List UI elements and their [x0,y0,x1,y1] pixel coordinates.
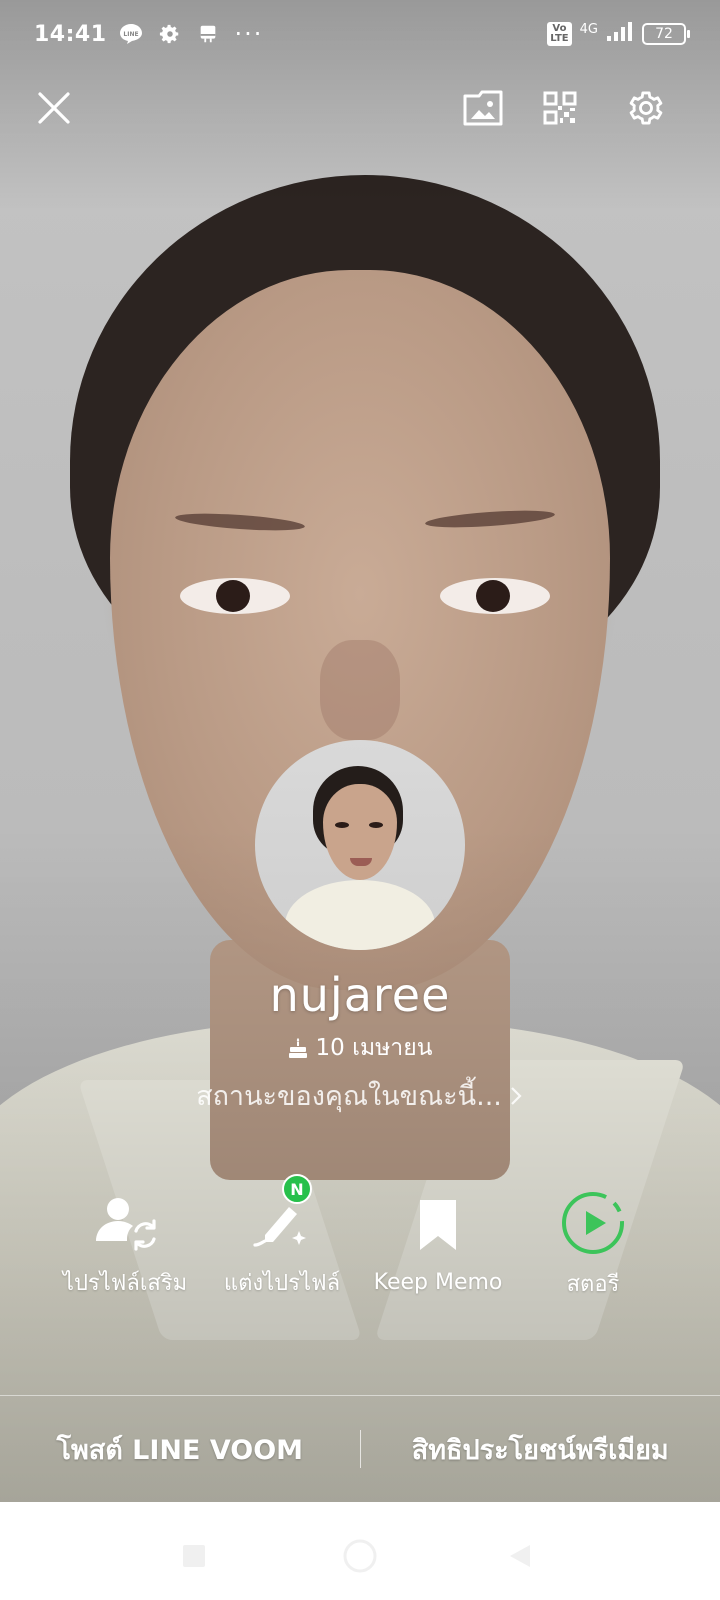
battery-indicator: 72 [642,23,690,45]
story-play-icon [553,1190,633,1256]
battery-level: 72 [655,26,673,42]
settings-notification-icon [159,23,181,45]
story-button[interactable]: สตอรี [508,1190,678,1300]
network-label: 4G [579,21,598,37]
system-nav-bar [0,1502,720,1600]
qr-code-icon [543,91,577,125]
settings-button[interactable] [618,80,674,136]
change-cover-button[interactable] [455,80,511,136]
back-triangle-icon [510,1545,530,1567]
status-time: 14:41 [34,21,107,47]
top-action-bar [0,80,720,140]
avatar-eye-left [335,822,349,828]
line-voom-post-link[interactable]: โพสต์ LINE VOOM [0,1428,360,1471]
svg-text:LINE: LINE [123,31,138,38]
chevron-right-icon [511,1086,522,1105]
avatar-eye-right [369,822,383,828]
new-badge: N [282,1174,312,1204]
gallery-icon [463,90,503,126]
keep-memo-label: Keep Memo [373,1270,503,1295]
more-dots: ··· [234,20,264,48]
profile-actions: ไปรไฟล์เสริม N แต่งไปรไฟล์ Keep Memo สตอ… [0,1174,720,1310]
status-right: Vo LTE 4G 72 [547,20,690,48]
bottom-links: โพสต์ LINE VOOM สิทธิประโยชน์พรีเมียม [0,1396,720,1502]
home-button[interactable] [340,1536,380,1576]
close-button[interactable] [26,80,82,136]
bookmark-icon [398,1190,478,1260]
circle-home-icon [343,1539,377,1573]
birthday-cake-icon [288,1038,307,1058]
birthday-row: 10 เมษายน [0,1030,720,1066]
sub-profile-button[interactable]: ไปรไฟล์เสริม [40,1190,210,1300]
avatar-body [285,880,435,950]
status-bar: 14:41 LINE ··· Vo LTE 4G 72 [0,0,720,68]
story-label: สตอรี [566,1272,620,1297]
status-message-text: สถานะของคุณในขณะนี้... [196,1081,502,1112]
qr-code-button[interactable] [532,80,588,136]
signal-icon [606,20,634,48]
sub-profile-label: ไปรไฟล์เสริม [62,1271,188,1296]
status-message-button[interactable]: สถานะของคุณในขณะนี้... [0,1074,720,1117]
settings-gear-icon [629,91,663,125]
edit-profile-icon: N [242,1174,322,1255]
profile-avatar[interactable] [255,740,465,950]
edit-profile-label: แต่งไปรไฟล์ [223,1271,341,1296]
premium-benefits-link[interactable]: สิทธิประโยชน์พรีเมียม [361,1428,720,1471]
profile-name[interactable]: nujaree [0,968,720,1022]
close-icon [38,92,70,124]
line-notification-icon: LINE [119,23,143,45]
back-button[interactable] [500,1536,540,1576]
birthday-text: 10 เมษายน [315,1035,433,1061]
square-icon [183,1545,205,1567]
clipboard-notification-icon [197,23,219,45]
keep-memo-button[interactable]: Keep Memo [353,1190,523,1300]
sub-profile-icon [85,1190,165,1255]
recent-apps-button[interactable] [174,1536,214,1576]
edit-profile-button[interactable]: N แต่งไปรไฟล์ [197,1174,367,1300]
volte-badge: Vo LTE [547,22,572,46]
